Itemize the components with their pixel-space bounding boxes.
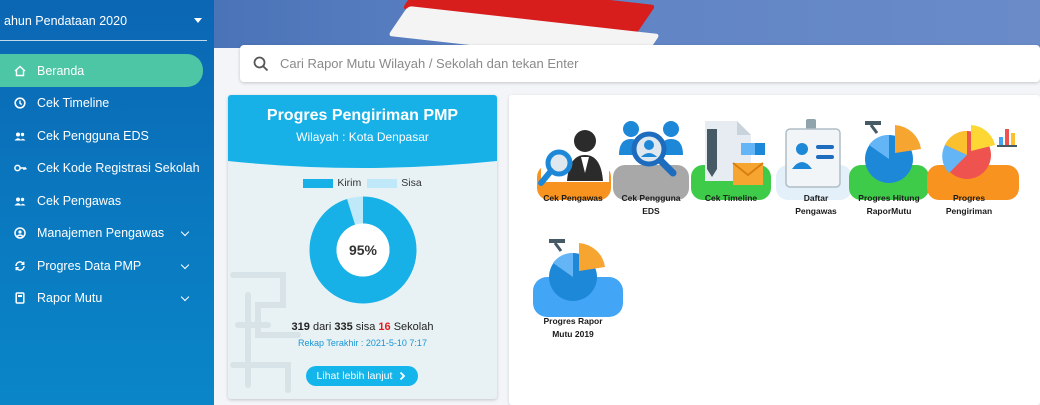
chevron-right-icon — [400, 371, 406, 381]
tile-label-line1: Progres Rapor — [543, 316, 603, 326]
tile-progres-hitung-rapormutu[interactable]: Progres Hitung RaporMutu — [847, 115, 929, 216]
progress-card-subtitle: Wilayah : Kota Denpasar — [296, 130, 429, 144]
sidebar-item-label: Beranda — [37, 63, 85, 78]
legend-swatch-sent — [303, 178, 334, 188]
sidebar-item-cek-kode-registrasi[interactable]: Cek Kode Registrasi Sekolah — [0, 152, 214, 185]
header-banner — [214, 0, 1040, 48]
sidebar-item-manajemen-pengawas[interactable]: Manajemen Pengawas — [0, 217, 214, 250]
tile-label: Cek Pengguna EDS — [609, 192, 693, 217]
sync-icon — [13, 259, 27, 273]
progress-card-header: Progres Pengiriman PMP Wilayah : Kota De… — [228, 95, 497, 160]
legend-label-remaining: Sisa — [401, 177, 422, 189]
sidebar-item-cek-timeline[interactable]: Cek Timeline — [0, 87, 214, 120]
see-more-label: Lihat lebih lanjut — [316, 370, 393, 382]
pie-chart-icon — [533, 239, 623, 317]
caret-down-icon — [194, 18, 202, 23]
chart-legend: Kirim Sisa — [228, 177, 497, 189]
year-select[interactable]: ahun Pendataan 2020 — [0, 0, 214, 42]
chevron-down-icon — [180, 292, 190, 302]
year-select-value: ahun Pendataan 2020 — [4, 14, 128, 28]
sidebar-item-cek-pengawas[interactable]: Cek Pengawas — [0, 185, 214, 218]
book-icon — [13, 291, 27, 305]
tile-label-line1: Progres — [952, 193, 986, 203]
users-icon — [13, 194, 27, 208]
tile-label-line2: Mutu 2019 — [552, 328, 594, 339]
recap-timestamp: Rekap Terakhir : 2021-5-10 7:17 — [298, 338, 427, 348]
sidebar-item-beranda[interactable]: Beranda — [0, 54, 203, 87]
sidebar-item-label: Rapor Mutu — [37, 291, 103, 306]
menu-card: Cek Pengawas Cek Pengguna EDS Cek Timeli… — [509, 95, 1040, 405]
tile-cek-pengawas[interactable]: Cek Pengawas — [531, 115, 611, 215]
sidebar-item-label: Cek Pengguna EDS — [37, 128, 149, 143]
legend-swatch-remaining — [367, 178, 398, 188]
sidebar-item-label: Cek Kode Registrasi Sekolah — [37, 161, 200, 176]
sidebar-item-cek-pengguna-eds[interactable]: Cek Pengguna EDS — [0, 120, 214, 153]
clock-icon — [13, 96, 27, 110]
tile-label-line2: Pengiriman — [945, 205, 993, 216]
tile-progres-rapor-mutu-2019[interactable]: Progres Rapor Mutu 2019 — [531, 235, 623, 339]
progress-card: Progres Pengiriman PMP Wilayah : Kota De… — [228, 95, 497, 399]
home-icon — [13, 64, 27, 78]
summary-remaining-text: sisa — [352, 321, 379, 333]
tile-label: Cek Pengawas — [531, 192, 615, 205]
progress-donut-chart: 95% — [309, 196, 417, 304]
tile-label-line2: EDS — [642, 205, 660, 216]
tile-label: Progres Pengiriman — [927, 192, 1011, 217]
legend-item-sent: Kirim — [303, 177, 361, 189]
sidebar-nav: Beranda Cek Timeline Cek Pengguna EDS Ce… — [0, 54, 214, 315]
search-icon — [253, 56, 269, 71]
chevron-down-icon — [180, 227, 190, 237]
chevron-down-icon — [180, 260, 190, 269]
progress-summary: 319 dari 335 sisa 16 Sekolah — [228, 321, 497, 333]
search-bar — [240, 45, 1040, 82]
tile-label-line1: Cek Timeline — [704, 193, 758, 203]
tile-cek-timeline[interactable]: Cek Timeline — [689, 115, 771, 215]
sidebar: ahun Pendataan 2020 Beranda Cek Timeline… — [0, 0, 214, 405]
tile-label: Progres Hitung RaporMutu — [847, 192, 931, 217]
sent-count: 319 — [291, 321, 310, 333]
tile-label-line2: Pengawas — [795, 205, 837, 216]
sidebar-item-label: Progres Data PMP — [37, 258, 142, 273]
tile-label: Progres Rapor Mutu 2019 — [531, 315, 615, 340]
tile-label-line1: Progres Hitung — [858, 193, 920, 203]
sidebar-item-label: Cek Timeline — [37, 96, 110, 111]
tile-label: Daftar Pengawas — [774, 192, 858, 217]
summary-unit: Sekolah — [390, 321, 434, 333]
tile-daftar-pengawas[interactable]: Daftar Pengawas — [774, 115, 854, 216]
tile-label-line2: RaporMutu — [866, 205, 912, 216]
donut-percent-label: 95% — [349, 242, 378, 258]
tile-progres-pengiriman[interactable]: Progres Pengiriman — [927, 115, 1019, 216]
tile-label-line1: Cek Pengawas — [543, 193, 603, 203]
search-input[interactable] — [280, 56, 980, 71]
total-count: 335 — [334, 321, 353, 333]
summary-of-text: dari — [309, 321, 335, 333]
see-more-button[interactable]: Lihat lebih lanjut — [306, 366, 418, 386]
sidebar-item-rapor-mutu[interactable]: Rapor Mutu — [0, 282, 214, 315]
sidebar-item-progres-data-pmp[interactable]: Progres Data PMP — [0, 250, 214, 283]
remaining-count: 16 — [378, 321, 391, 333]
legend-item-remaining: Sisa — [367, 177, 422, 189]
user-circle-icon — [13, 226, 27, 240]
tile-label-line1: Cek Pengguna — [621, 193, 681, 203]
header-wave — [228, 157, 497, 168]
sidebar-item-label: Manajemen Pengawas — [37, 226, 165, 241]
users-icon — [13, 129, 27, 143]
sidebar-item-label: Cek Pengawas — [37, 193, 122, 208]
progress-card-title: Progres Pengiriman PMP — [266, 107, 459, 124]
tile-cek-pengguna-eds[interactable]: Cek Pengguna EDS — [609, 115, 689, 216]
year-select-underline — [0, 40, 207, 41]
tile-label: Cek Timeline — [689, 192, 773, 205]
key-icon — [13, 161, 27, 175]
tile-label-line1: Daftar — [803, 193, 829, 203]
legend-label-sent: Kirim — [337, 177, 362, 189]
